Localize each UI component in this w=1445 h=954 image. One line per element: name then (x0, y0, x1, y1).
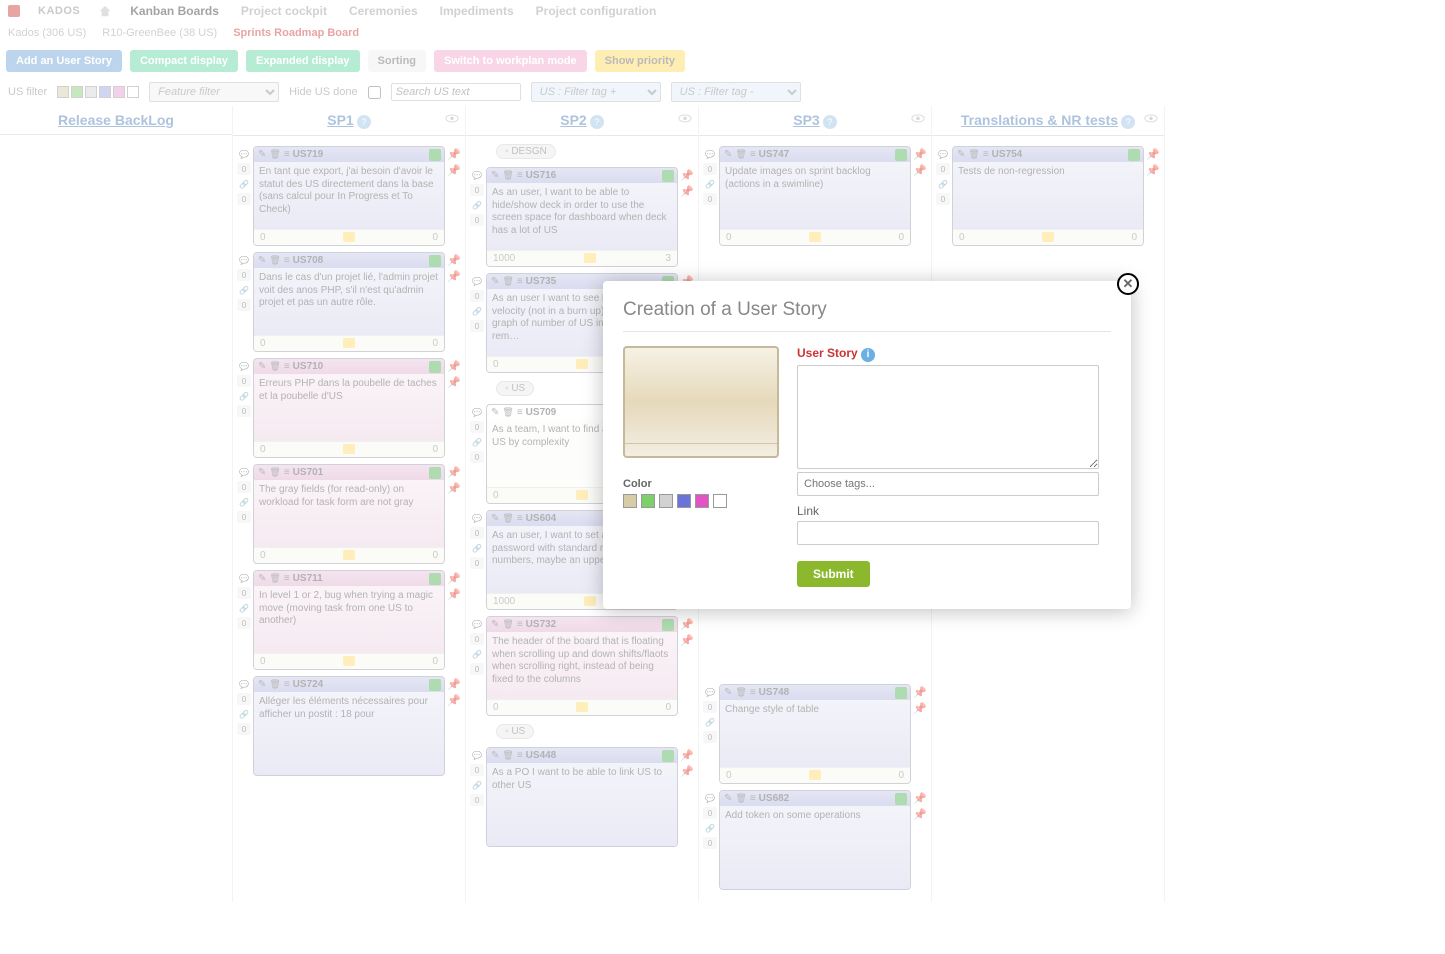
close-icon[interactable]: ✕ (1117, 273, 1139, 295)
modal-title: Creation of a User Story (623, 299, 1111, 321)
color-option[interactable] (677, 494, 691, 508)
color-option[interactable] (659, 494, 673, 508)
info-icon[interactable]: i (861, 348, 875, 362)
color-label: Color (623, 478, 779, 490)
link-label: Link (797, 504, 1111, 518)
color-option[interactable] (641, 494, 655, 508)
link-input[interactable] (797, 521, 1099, 545)
submit-button[interactable]: Submit (797, 561, 870, 587)
user-story-label: User Story (797, 346, 858, 360)
user-story-textarea[interactable] (797, 365, 1099, 469)
card-preview (623, 346, 779, 458)
create-user-story-modal: ✕ Creation of a User Story Color User St… (603, 281, 1131, 609)
color-option[interactable] (695, 494, 709, 508)
color-option[interactable] (623, 494, 637, 508)
tags-input[interactable] (797, 472, 1099, 496)
color-option[interactable] (713, 494, 727, 508)
